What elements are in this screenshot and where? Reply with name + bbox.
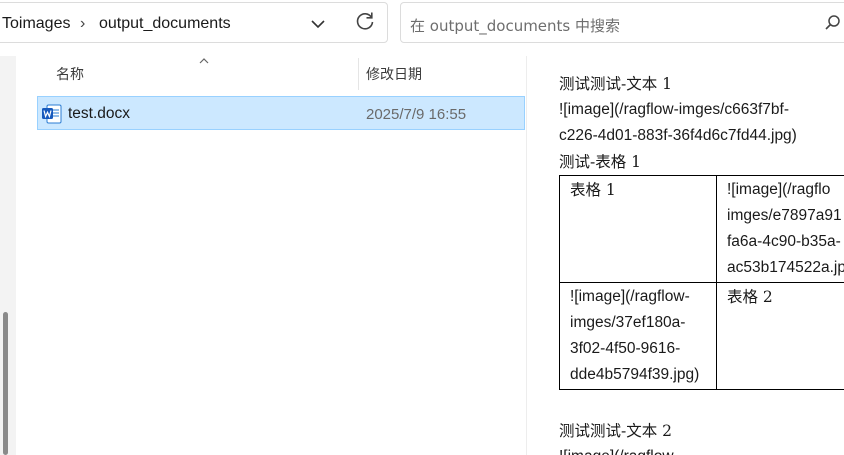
search-input[interactable]: 在 output_documents 中搜索 (410, 15, 620, 36)
word-doc-icon (42, 104, 62, 124)
column-header-name-label: 名称 (56, 67, 84, 83)
address-bar[interactable]: Toimages › output_documents (0, 2, 388, 43)
table-cell-r2c1-line3: 3f02-4f50-9616- (570, 340, 681, 357)
refresh-icon[interactable] (353, 9, 377, 33)
doc-table: 表格 1 ![image](/ragflo imges/e7897a91 fa6… (559, 175, 844, 390)
file-modified-date: 2025/7/9 16:55 (366, 106, 467, 123)
table-cell-r1c2-line2: imges/e7897a91 (727, 207, 842, 224)
file-row[interactable]: test.docx 2025/7/9 16:55 (37, 96, 525, 130)
file-list: 名称 修改日期 test.docx 2025/7/9 16:55 (16, 56, 526, 455)
doc-heading-1: 测试测试-文本 1 (559, 75, 673, 93)
table-cell-r2c1-line1: ![image](/ragflow- (570, 288, 690, 305)
document-preview: 测试测试-文本 1 ![image](/ragflow-imges/c663f7… (559, 71, 844, 455)
table-cell-r1c1: 表格 1 (559, 175, 717, 283)
doc-image-ref-1-line2: c226-4d01-883f-36f4d6c7fd44.jpg) (559, 127, 797, 144)
navigation-pane-scrollbar[interactable] (0, 56, 16, 455)
top-bar: Toimages › output_documents 在 output_doc… (0, 0, 844, 56)
sort-up-icon (199, 58, 209, 64)
file-name: test.docx (68, 105, 131, 122)
table-cell-r1c1-text: 表格 1 (570, 181, 616, 199)
doc-heading-2: 测试-表格 1 (559, 153, 642, 171)
table-cell-r1c2: ![image](/ragflo imges/e7897a91 fa6a-4c9… (716, 175, 844, 283)
column-divider[interactable] (358, 58, 359, 90)
search-box[interactable]: 在 output_documents 中搜索 (400, 2, 844, 43)
table-cell-r1c2-line3: fa6a-4c90-b35a- (727, 233, 841, 250)
preview-pane: 测试测试-文本 1 ![image](/ragflow-imges/c663f7… (527, 56, 844, 455)
table-cell-r2c1-line4: dde4b5794f39.jpg) (570, 366, 700, 383)
column-header-name[interactable]: 名称 (56, 64, 84, 84)
doc-image-ref-1-line1: ![image](/ragflow-imges/c663f7bf- (559, 101, 790, 118)
table-cell-r2c2: 表格 2 (716, 282, 844, 390)
column-header-modified[interactable]: 修改日期 (366, 64, 422, 84)
scrollbar-thumb[interactable] (3, 312, 8, 455)
doc-image-ref-2-line1: ![image](/ragflow- (559, 444, 844, 455)
search-icon[interactable] (824, 14, 842, 32)
chevron-down-icon[interactable] (307, 13, 329, 35)
doc-heading-3: 测试测试-文本 2 (559, 422, 673, 440)
breadcrumb-output-documents[interactable]: output_documents (99, 15, 231, 33)
table-cell-r2c1-line2: imges/37ef180a- (570, 314, 686, 331)
file-explorer-window: Toimages › output_documents 在 output_doc… (0, 0, 844, 455)
breadcrumb-separator: › (80, 15, 86, 32)
doc-spacer (559, 390, 844, 418)
table-cell-r1c2-line1: ![image](/ragflo (727, 181, 831, 198)
breadcrumb-toimages[interactable]: Toimages (2, 15, 70, 33)
table-cell-r2c1: ![image](/ragflow- imges/37ef180a- 3f02-… (559, 282, 717, 390)
table-cell-r2c2-text: 表格 2 (727, 288, 773, 306)
column-header-modified-label: 修改日期 (366, 67, 422, 83)
table-cell-r1c2-line4: ac53b174522a.jp (727, 259, 844, 276)
